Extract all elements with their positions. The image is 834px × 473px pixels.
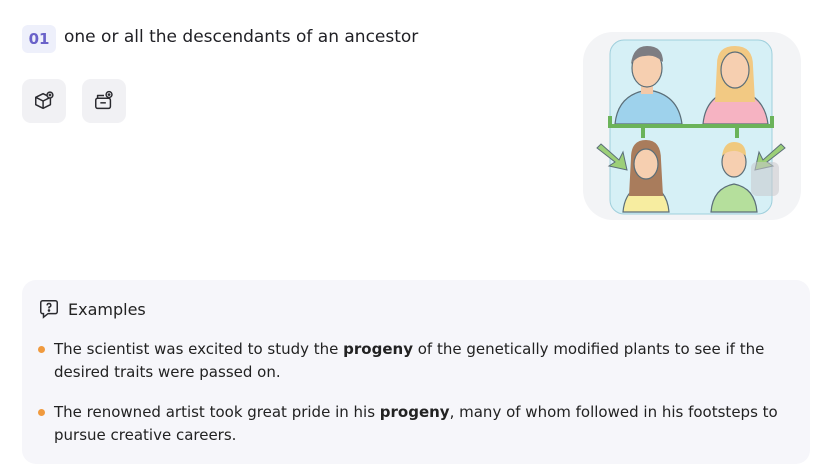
examples-title: Examples: [68, 299, 146, 319]
examples-header: Examples: [38, 298, 146, 320]
example-keyword: progeny: [343, 340, 413, 358]
bullet-dot: [38, 409, 45, 416]
family-illustration: [583, 32, 801, 220]
definition-text: one or all the descendants of an ancesto…: [64, 27, 419, 47]
examples-panel: Examples The scientist was excited to st…: [22, 280, 810, 464]
bullet-dot: [38, 346, 45, 353]
example-item: The scientist was excited to study the p…: [36, 338, 790, 384]
examples-list: The scientist was excited to study the p…: [36, 338, 790, 464]
cube-plus-icon: [35, 91, 54, 110]
add-to-set-button[interactable]: [22, 79, 66, 123]
example-item: The renowned artist took great pride in …: [36, 401, 790, 447]
question-bubble-icon: [40, 300, 58, 319]
example-text-before: The scientist was excited to study the: [54, 340, 344, 358]
example-keyword: progeny: [379, 403, 450, 421]
definition-number-badge: 01: [22, 25, 56, 53]
example-text-before: The renowned artist took great pride in …: [54, 403, 380, 421]
archive-plus-icon: [95, 90, 113, 110]
progeny-illustration: [583, 32, 801, 220]
save-to-archive-button[interactable]: [82, 79, 126, 123]
